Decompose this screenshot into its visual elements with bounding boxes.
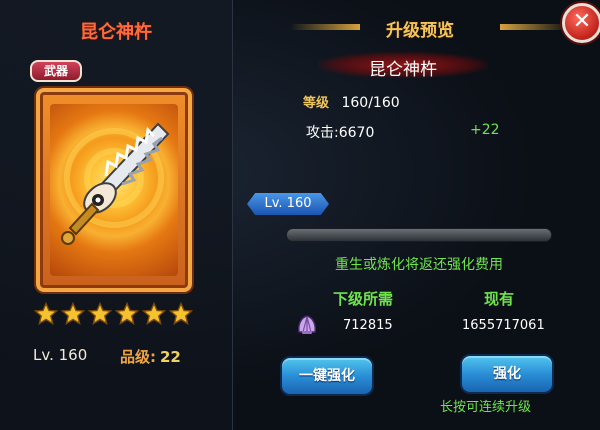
level-progress-fill [287, 229, 551, 241]
one-key-enhance-button[interactable]: 一键强化 [280, 356, 374, 396]
item-art [50, 104, 178, 276]
star-icon [34, 302, 58, 325]
item-level: Lv. 160 [33, 346, 88, 364]
owned-amount: 1655717061 [462, 318, 545, 333]
level-value: 160/160 [341, 95, 400, 111]
item-card [36, 88, 192, 292]
preview-item-name: 昆仑神杵 [369, 60, 437, 80]
item-detail-panel: 昆仑神杵 武器 Lv. 160 品级: 22 [0, 0, 233, 430]
close-button[interactable]: ✕ [562, 3, 600, 43]
star-icon [115, 302, 139, 325]
owned-column-header: 现有 [484, 290, 515, 308]
grade-value: 22 [160, 348, 181, 366]
star-icon [169, 302, 193, 325]
header-ornament-right [500, 24, 570, 30]
enhance-button[interactable]: 强化 [460, 354, 554, 394]
grade-label: 品级: [120, 348, 156, 366]
level-label: 等级 [303, 96, 330, 111]
shell-icon [298, 315, 316, 334]
item-type-tag: 武器 [30, 60, 82, 82]
level-row: 等级 160/160 [303, 92, 400, 111]
required-amount: 712815 [343, 318, 393, 333]
upgrade-preview-title: 升级预览 [386, 21, 454, 41]
required-column-header: 下级所需 [333, 290, 394, 308]
item-name: 昆仑神杵 [80, 22, 152, 43]
level-progress-bar [286, 228, 552, 242]
star-icon [88, 302, 112, 325]
long-press-hint: 长按可连续升级 [440, 400, 532, 415]
attack-stat: 攻击:6670 [306, 125, 375, 141]
refund-notice: 重生或炼化将返还强化费用 [335, 257, 503, 273]
star-rating [34, 302, 194, 326]
level-badge: Lv. 160 [247, 193, 329, 215]
sword-icon [61, 122, 170, 245]
star-icon [142, 302, 166, 325]
attack-increase: +22 [470, 122, 500, 138]
star-icon [61, 302, 85, 325]
item-grade: 品级: 22 [120, 346, 181, 367]
